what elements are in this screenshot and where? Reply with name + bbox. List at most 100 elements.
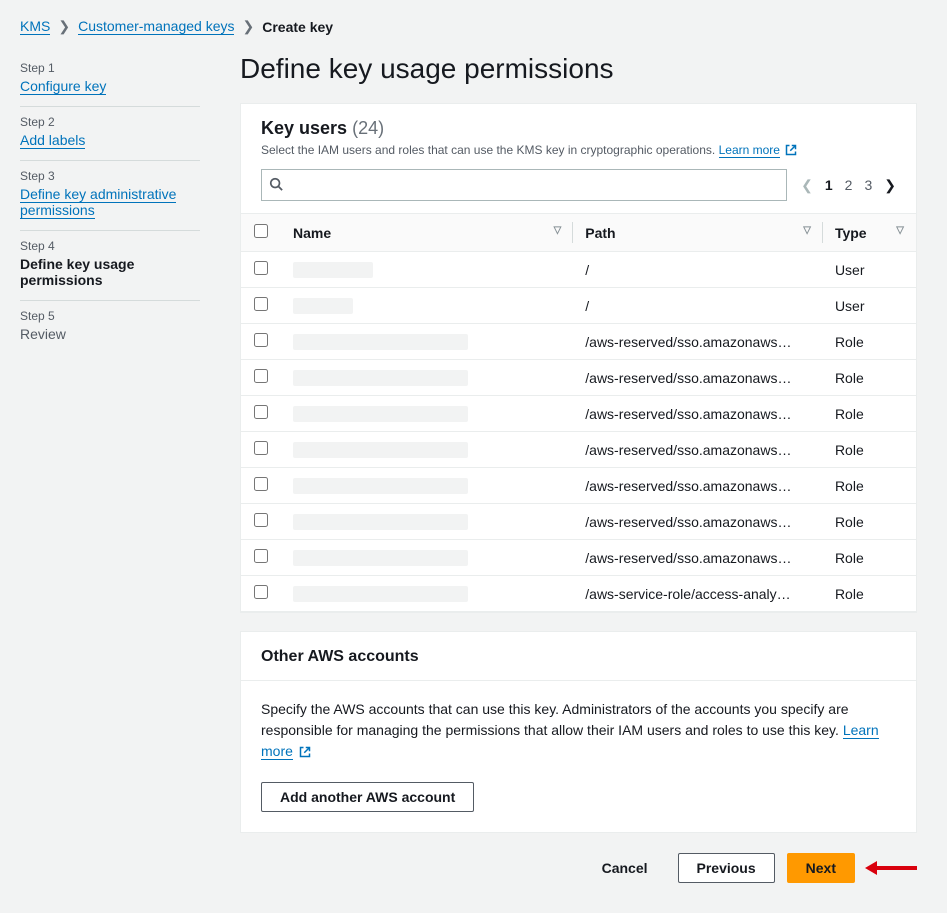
wizard-step: Step 1 Configure key: [20, 53, 200, 107]
next-button[interactable]: Next: [787, 853, 855, 883]
row-checkbox[interactable]: [254, 405, 268, 419]
select-all-checkbox[interactable]: [254, 224, 268, 238]
redacted-name: [293, 514, 468, 530]
breadcrumb: KMS ❯ Customer-managed keys ❯ Create key: [20, 18, 917, 35]
cell-type: Role: [823, 504, 916, 540]
cell-type: Role: [823, 540, 916, 576]
cell-path: /: [573, 252, 823, 288]
cell-path: /aws-reserved/sso.amazonaws…: [573, 324, 823, 360]
cell-path: /aws-reserved/sso.amazonaws…: [573, 504, 823, 540]
step-label: Step 5: [20, 309, 200, 323]
wizard-step: Step 2 Add labels: [20, 107, 200, 161]
search-icon: [269, 177, 283, 194]
redacted-name: [293, 550, 468, 566]
step-label: Step 3: [20, 169, 200, 183]
step-link-add-labels[interactable]: Add labels: [20, 132, 85, 149]
chevron-right-icon: ❯: [242, 18, 254, 35]
row-checkbox[interactable]: [254, 297, 268, 311]
redacted-name: [293, 478, 468, 494]
search-wrapper: [261, 169, 787, 201]
page-number[interactable]: 2: [845, 177, 853, 193]
other-accounts-description: Specify the AWS accounts that can use th…: [261, 701, 849, 738]
row-checkbox[interactable]: [254, 441, 268, 455]
cell-type: Role: [823, 324, 916, 360]
wizard-step: Step 5 Review: [20, 301, 200, 354]
table-row: /aws-reserved/sso.amazonaws… Role: [241, 396, 916, 432]
footer-actions: Cancel Previous Next: [240, 853, 917, 883]
row-checkbox[interactable]: [254, 261, 268, 275]
page-number[interactable]: 3: [864, 177, 872, 193]
page-next-icon[interactable]: ❯: [884, 177, 896, 194]
cancel-button[interactable]: Cancel: [584, 854, 666, 882]
page-number[interactable]: 1: [825, 177, 833, 193]
step-link-admin-permissions[interactable]: Define key administrative permissions: [20, 186, 176, 219]
cell-type: Role: [823, 360, 916, 396]
breadcrumb-link-cmk[interactable]: Customer-managed keys: [78, 18, 234, 35]
column-header-path[interactable]: Path▽: [573, 214, 823, 252]
page-title: Define key usage permissions: [240, 53, 917, 85]
cell-path: /aws-reserved/sso.amazonaws…: [573, 432, 823, 468]
redacted-name: [293, 298, 353, 314]
step-current-usage-permissions: Define key usage permissions: [20, 256, 200, 288]
column-header-type[interactable]: Type▽: [823, 214, 916, 252]
table-row: /aws-reserved/sso.amazonaws… Role: [241, 360, 916, 396]
wizard-step: Step 4 Define key usage permissions: [20, 231, 200, 301]
table-row: / User: [241, 252, 916, 288]
page-prev-icon[interactable]: ❮: [801, 177, 813, 194]
cell-path: /aws-reserved/sso.amazonaws…: [573, 540, 823, 576]
table-row: /aws-reserved/sso.amazonaws… Role: [241, 504, 916, 540]
redacted-name: [293, 406, 468, 422]
cell-type: Role: [823, 396, 916, 432]
row-checkbox[interactable]: [254, 369, 268, 383]
step-future-review: Review: [20, 326, 200, 342]
cell-type: Role: [823, 432, 916, 468]
key-users-heading: Key users: [261, 118, 347, 138]
annotation-arrow: [867, 861, 917, 875]
cell-path: /: [573, 288, 823, 324]
breadcrumb-link-kms[interactable]: KMS: [20, 18, 50, 35]
external-link-icon: [299, 743, 311, 764]
table-row: /aws-reserved/sso.amazonaws… Role: [241, 432, 916, 468]
cell-type: User: [823, 288, 916, 324]
row-checkbox[interactable]: [254, 477, 268, 491]
chevron-right-icon: ❯: [58, 18, 70, 35]
cell-path: /aws-reserved/sso.amazonaws…: [573, 468, 823, 504]
previous-button[interactable]: Previous: [678, 853, 775, 883]
other-accounts-heading: Other AWS accounts: [261, 648, 896, 666]
row-checkbox[interactable]: [254, 549, 268, 563]
sort-icon: ▽: [803, 225, 811, 236]
cell-path: /aws-reserved/sso.amazonaws…: [573, 360, 823, 396]
redacted-name: [293, 262, 373, 278]
sort-icon: ▽: [896, 225, 904, 236]
external-link-icon: [785, 144, 797, 159]
key-users-description: Select the IAM users and roles that can …: [261, 143, 715, 157]
paginator: ❮ 1 2 3 ❯: [801, 177, 896, 194]
key-users-table: Name▽ Path▽ Type▽ / User / User /aws-res…: [241, 213, 916, 612]
redacted-name: [293, 370, 468, 386]
redacted-name: [293, 334, 468, 350]
redacted-name: [293, 442, 468, 458]
cell-type: Role: [823, 468, 916, 504]
step-link-configure-key[interactable]: Configure key: [20, 78, 106, 95]
breadcrumb-current: Create key: [262, 19, 333, 35]
search-input[interactable]: [261, 169, 787, 201]
add-aws-account-button[interactable]: Add another AWS account: [261, 782, 474, 812]
learn-more-link[interactable]: Learn more: [719, 143, 780, 158]
main-content: Define key usage permissions Key users (…: [240, 53, 917, 883]
row-checkbox[interactable]: [254, 585, 268, 599]
cell-type: User: [823, 252, 916, 288]
wizard-steps-sidebar: Step 1 Configure key Step 2 Add labels S…: [20, 53, 200, 883]
cell-type: Role: [823, 576, 916, 612]
row-checkbox[interactable]: [254, 333, 268, 347]
key-users-panel: Key users (24) Select the IAM users and …: [240, 103, 917, 613]
other-accounts-panel: Other AWS accounts Specify the AWS accou…: [240, 631, 917, 833]
table-row: /aws-service-role/access-analy… Role: [241, 576, 916, 612]
column-header-name[interactable]: Name▽: [281, 214, 573, 252]
row-checkbox[interactable]: [254, 513, 268, 527]
sort-icon: ▽: [554, 225, 562, 236]
table-row: / User: [241, 288, 916, 324]
step-label: Step 4: [20, 239, 200, 253]
wizard-step: Step 3 Define key administrative permiss…: [20, 161, 200, 231]
table-row: /aws-reserved/sso.amazonaws… Role: [241, 324, 916, 360]
cell-path: /aws-reserved/sso.amazonaws…: [573, 396, 823, 432]
